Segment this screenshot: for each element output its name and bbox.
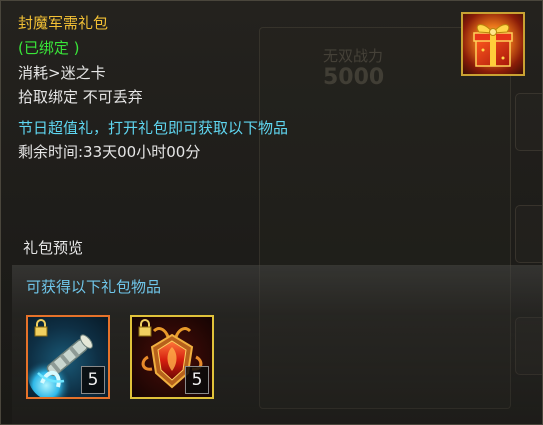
pickup-rule: 拾取绑定 不可丢弃 (18, 88, 143, 106)
background-power-value: 5000 (323, 65, 385, 90)
remaining-time: 剩余时间:33天00小时00分 (18, 143, 201, 161)
lock-icon (138, 319, 152, 337)
gift-preview-title: 礼包预览 (23, 239, 84, 257)
bound-status: (已绑定 ) (18, 39, 80, 57)
gift-preview-subtitle: 可获得以下礼包物品 (26, 278, 162, 296)
background-side-tab (515, 205, 542, 263)
item-name: 封魔军需礼包 (18, 14, 109, 32)
reward-slot-scroll[interactable]: 5 (26, 315, 110, 399)
consume-requirement: 消耗>迷之卡 (18, 64, 106, 82)
item-count: 5 (81, 366, 105, 394)
item-tooltip: 无双战力 5000 封魔军需礼包 (已绑定 ) 消耗>迷之卡 拾取绑定 不可丢弃… (0, 0, 543, 425)
item-count: 5 (185, 366, 209, 394)
background-power-label: 无双战力 (323, 47, 384, 65)
lock-icon (34, 319, 48, 337)
gift-box-icon (461, 12, 525, 76)
background-side-tab (515, 93, 542, 151)
reward-slot-amulet[interactable]: 5 (130, 315, 214, 399)
item-description: 节日超值礼，打开礼包即可获取以下物品 (18, 119, 289, 137)
